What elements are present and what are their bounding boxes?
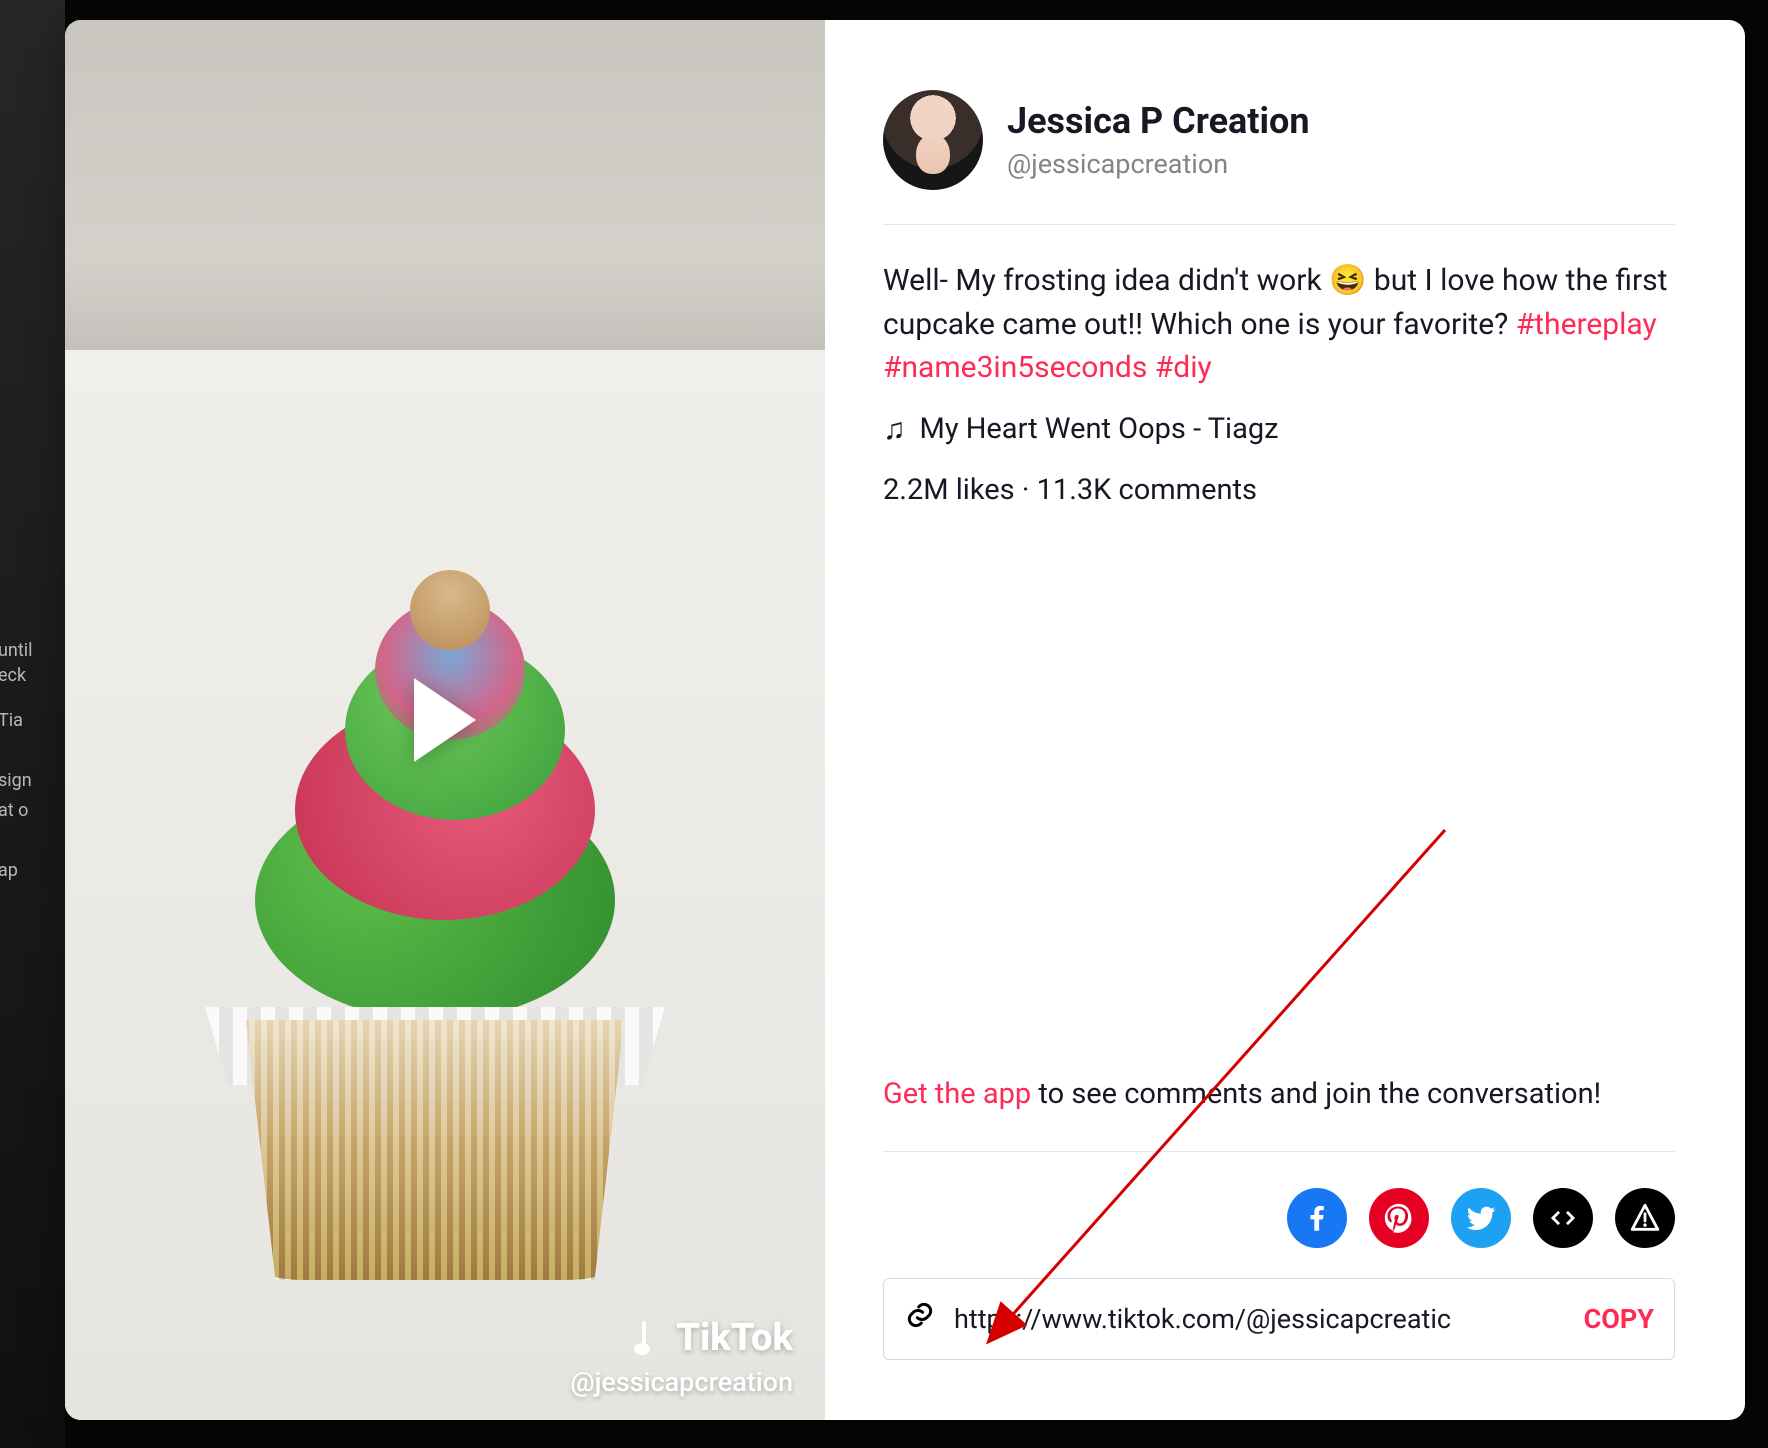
stats-separator: · — [1015, 473, 1037, 507]
avatar[interactable] — [883, 90, 983, 190]
hashtag-thereplay[interactable]: #thereplay — [1516, 307, 1657, 342]
music-row[interactable]: ♫ My Heart Went Oops - Tiagz — [883, 412, 1675, 447]
stats-row: 2.2M likes · 11.3K comments — [883, 473, 1675, 507]
share-url-row: https://www.tiktok.com/@jessicapcreatic … — [883, 1278, 1675, 1360]
music-label: My Heart Went Oops - Tiagz — [920, 412, 1279, 446]
share-pinterest-button[interactable] — [1369, 1188, 1429, 1248]
profile-header[interactable]: Jessica P Creation @jessicapcreation — [883, 90, 1675, 225]
display-name[interactable]: Jessica P Creation — [1007, 100, 1310, 142]
embed-icon — [1546, 1201, 1580, 1235]
spacer — [883, 507, 1675, 1075]
pinterest-icon — [1382, 1201, 1416, 1235]
copy-link-button[interactable]: COPY — [1584, 1303, 1654, 1335]
likes-count: 2.2M likes — [883, 473, 1015, 507]
tiktok-watermark: TikTok — [636, 1316, 793, 1360]
profile-names: Jessica P Creation @jessicapcreation — [1007, 100, 1310, 180]
comments-count: 11.3K comments — [1037, 473, 1257, 507]
video-bg-wall — [65, 20, 825, 360]
hashtag-diy[interactable]: #diy — [1155, 350, 1212, 385]
frosting-swirl — [215, 580, 655, 1020]
cupcake-wrapper — [225, 1020, 645, 1280]
share-report-button[interactable] — [1615, 1188, 1675, 1248]
share-buttons-row — [883, 1188, 1675, 1248]
background-hint: untileckTia signat oap — [0, 0, 65, 1448]
share-embed-button[interactable] — [1533, 1188, 1593, 1248]
username[interactable]: @jessicapcreation — [1007, 148, 1310, 180]
facebook-icon — [1300, 1201, 1334, 1235]
video-pane[interactable]: TikTok @jessicapcreation — [65, 20, 825, 1420]
play-button-icon[interactable] — [414, 678, 476, 762]
hashtag-name3in5seconds[interactable]: #name3in5seconds — [883, 350, 1147, 385]
video-caption: Well- My frosting idea didn't work 😆 but… — [883, 259, 1675, 390]
cta-rest: to see comments and join the conversatio… — [1031, 1077, 1601, 1111]
link-icon — [904, 1299, 936, 1339]
video-handle-overlay: @jessicapcreation — [570, 1366, 793, 1398]
share-facebook-button[interactable] — [1287, 1188, 1347, 1248]
share-url-input[interactable]: https://www.tiktok.com/@jessicapcreatic — [954, 1303, 1566, 1335]
twitter-icon — [1464, 1201, 1498, 1235]
tiktok-watermark-text: TikTok — [676, 1316, 793, 1360]
warning-triangle-icon — [1628, 1201, 1662, 1235]
tiktok-note-icon — [636, 1321, 666, 1355]
info-pane: Jessica P Creation @jessicapcreation Wel… — [825, 20, 1745, 1420]
share-twitter-button[interactable] — [1451, 1188, 1511, 1248]
video-modal: TikTok @jessicapcreation Jessica P Creat… — [65, 20, 1745, 1420]
get-app-link[interactable]: Get the app — [883, 1077, 1031, 1111]
music-note-icon: ♫ — [883, 412, 906, 447]
get-app-cta: Get the app to see comments and join the… — [883, 1074, 1675, 1152]
